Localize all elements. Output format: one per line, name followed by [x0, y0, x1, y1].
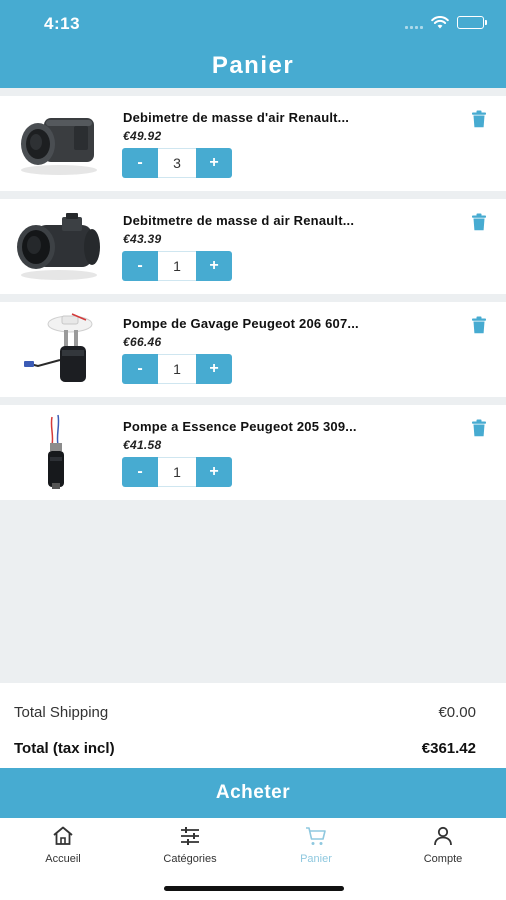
product-image[interactable]	[14, 207, 104, 287]
product-name[interactable]: Debimetre de masse d'air Renault...	[123, 110, 423, 125]
decrease-quantity-button[interactable]: -	[122, 457, 158, 487]
cart-icon	[306, 827, 326, 845]
decrease-quantity-button[interactable]: -	[122, 251, 158, 281]
trash-icon[interactable]	[471, 213, 487, 231]
cart-item: Debitmetre de masse d air Renault... €43…	[0, 199, 506, 294]
quantity-stepper: - 1 +	[122, 251, 232, 281]
order-totals: Total Shipping €0.00 Total (tax incl) €3…	[0, 683, 506, 768]
cart-item: Pompe a Essence Peugeot 205 309... €41.5…	[0, 405, 506, 500]
signal-icon	[405, 17, 423, 29]
product-name[interactable]: Pompe de Gavage Peugeot 206 607...	[123, 316, 423, 331]
increase-quantity-button[interactable]: +	[196, 251, 232, 281]
decrease-quantity-button[interactable]: -	[122, 148, 158, 178]
increase-quantity-button[interactable]: +	[196, 354, 232, 384]
quantity-value[interactable]: 1	[158, 354, 196, 384]
increase-quantity-button[interactable]: +	[196, 457, 232, 487]
trash-icon[interactable]	[471, 419, 487, 437]
nav-item-compte[interactable]: Compte	[383, 824, 503, 868]
product-name[interactable]: Debitmetre de masse d air Renault...	[123, 213, 423, 228]
total-value: €361.42	[421, 740, 476, 757]
cart-item: Debimetre de masse d'air Renault... €49.…	[0, 96, 506, 191]
product-price: €49.92	[123, 129, 162, 143]
status-time: 4:13	[44, 14, 81, 33]
nav-label: Compte	[423, 853, 463, 865]
nav-label: Catégories	[163, 853, 217, 865]
product-price: €41.58	[123, 438, 162, 452]
increase-quantity-button[interactable]: +	[196, 148, 232, 178]
quantity-stepper: - 1 +	[122, 457, 232, 487]
nav-item-accueil[interactable]: Accueil	[3, 824, 123, 868]
home-indicator	[164, 886, 344, 891]
product-price: €43.39	[123, 232, 162, 246]
shipping-label: Total Shipping	[14, 704, 109, 721]
trash-icon[interactable]	[471, 110, 487, 128]
product-price: €66.46	[123, 335, 162, 349]
product-name[interactable]: Pompe a Essence Peugeot 205 309...	[123, 419, 423, 434]
total-label: Total (tax incl)	[14, 740, 115, 757]
trash-icon[interactable]	[471, 316, 487, 334]
decrease-quantity-button[interactable]: -	[122, 354, 158, 384]
cart-list: Debimetre de masse d'air Renault... €49.…	[0, 96, 506, 508]
user-icon	[434, 826, 452, 846]
product-image[interactable]	[14, 413, 104, 493]
product-image[interactable]	[14, 310, 104, 390]
battery-icon	[457, 16, 487, 29]
shipping-value: €0.00	[438, 704, 476, 721]
header-bar: 4:13 Panier	[0, 0, 506, 88]
total-row: Total (tax incl) €361.42	[14, 740, 476, 757]
cart-item: Pompe de Gavage Peugeot 206 607... €66.4…	[0, 302, 506, 397]
product-image[interactable]	[14, 104, 104, 184]
quantity-value[interactable]: 1	[158, 251, 196, 281]
sliders-icon	[181, 827, 199, 845]
quantity-stepper: - 3 +	[122, 148, 232, 178]
home-icon	[53, 826, 73, 845]
wifi-icon	[431, 16, 449, 29]
quantity-value[interactable]: 1	[158, 457, 196, 487]
quantity-value[interactable]: 3	[158, 148, 196, 178]
nav-label: Panier	[300, 853, 332, 865]
status-icons	[405, 16, 487, 29]
nav-item-categories[interactable]: Catégories	[130, 824, 250, 868]
page-title: Panier	[211, 52, 295, 79]
nav-label: Accueil	[45, 853, 81, 865]
checkout-button[interactable]: Acheter	[0, 768, 506, 818]
shipping-row: Total Shipping €0.00	[14, 704, 476, 721]
quantity-stepper: - 1 +	[122, 354, 232, 384]
nav-item-panier[interactable]: Panier	[256, 824, 376, 868]
